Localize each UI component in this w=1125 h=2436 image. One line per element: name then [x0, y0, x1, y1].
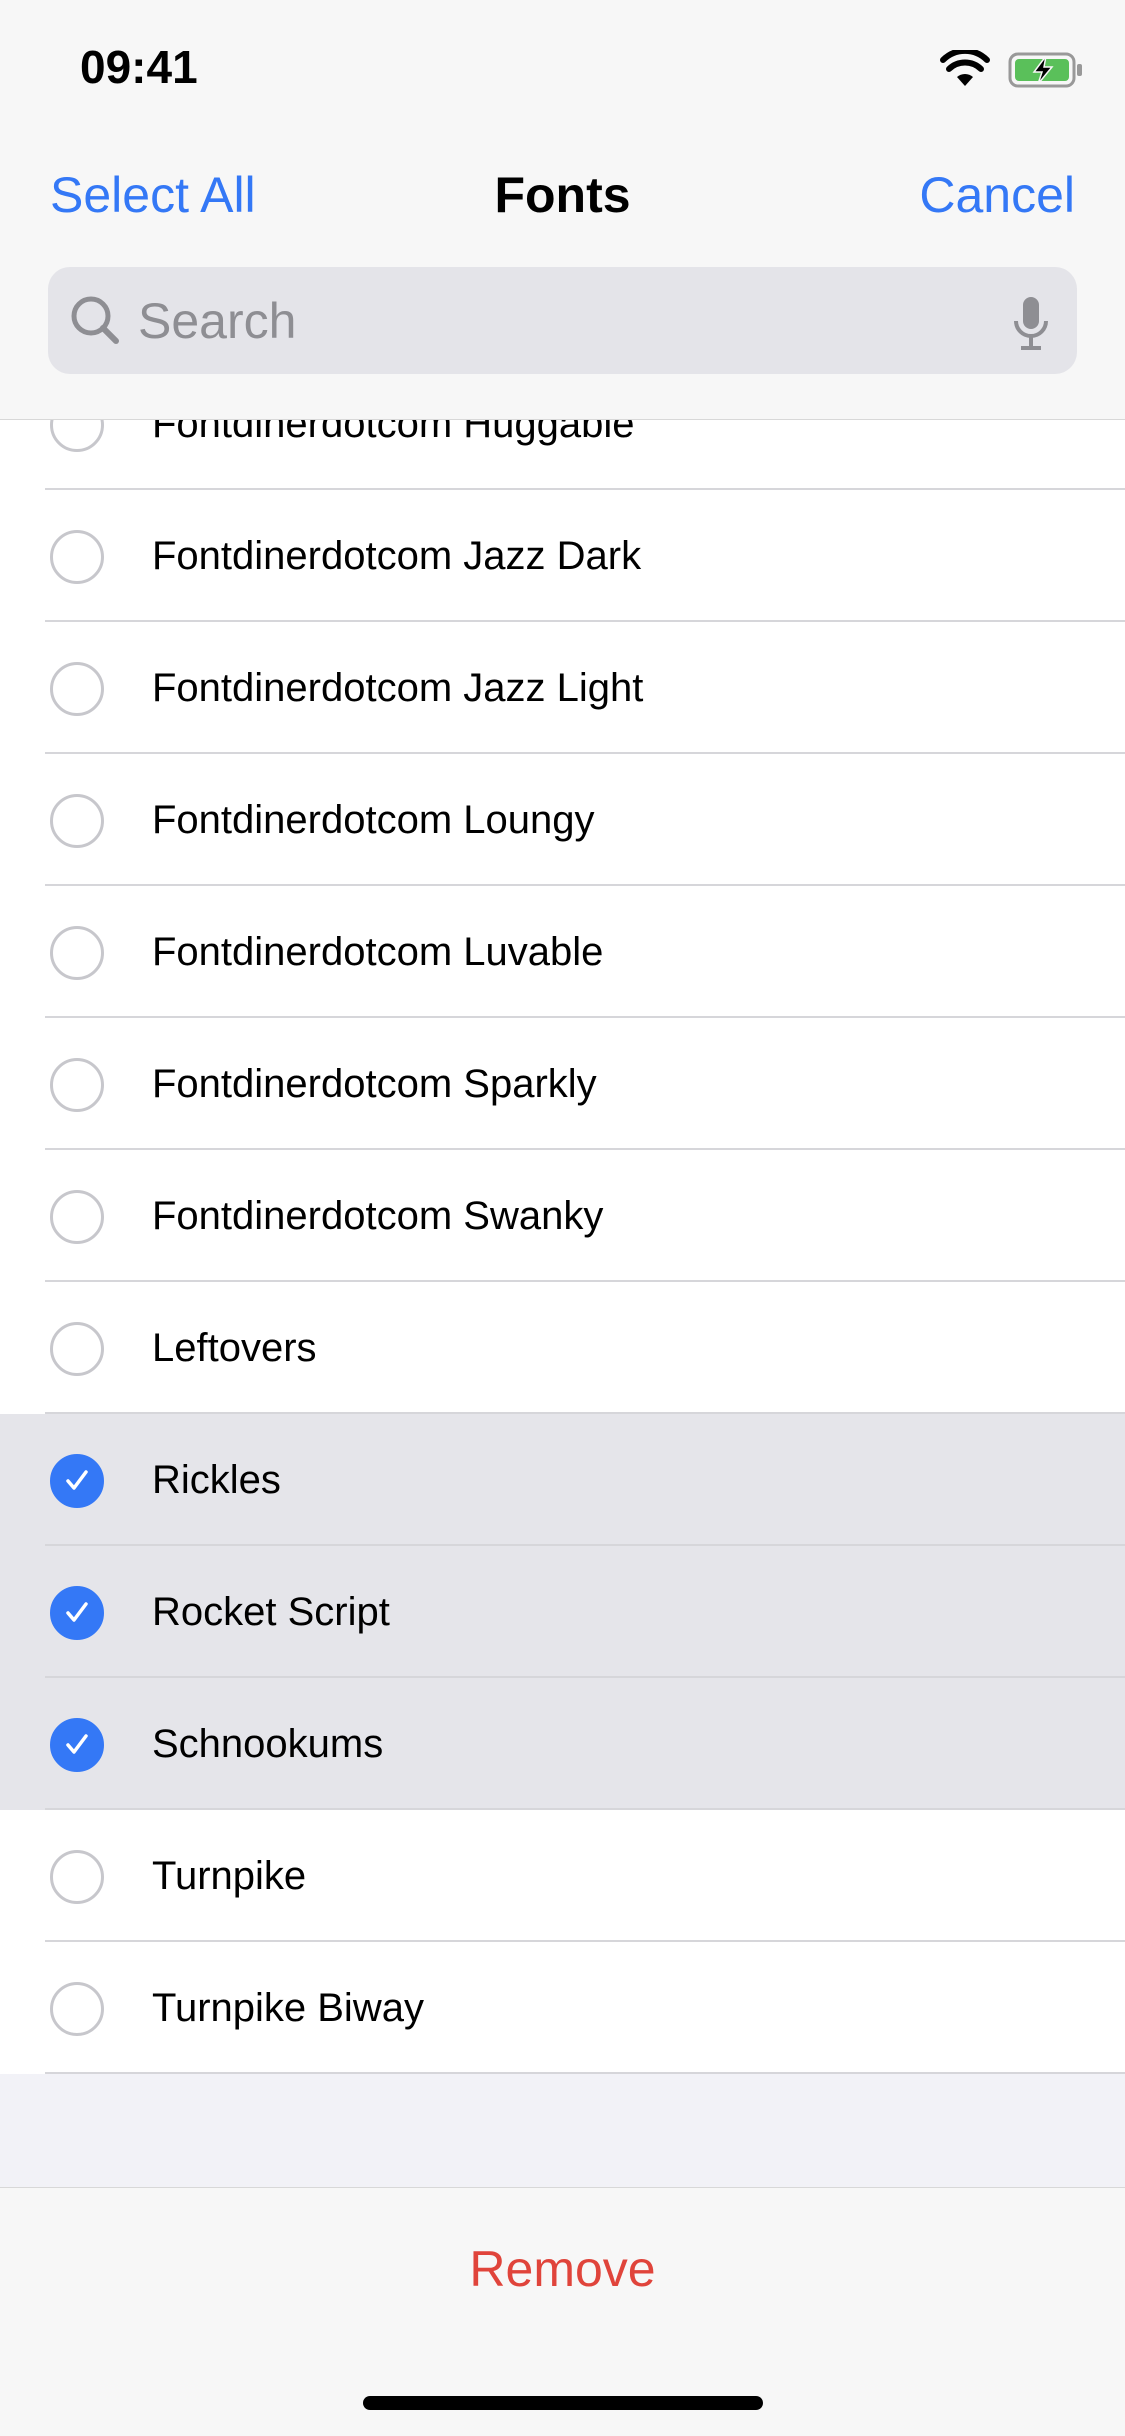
remove-button[interactable]: Remove — [0, 2240, 1125, 2298]
font-row[interactable]: Fontdinerdotcom Sparkly — [0, 1018, 1125, 1150]
font-row[interactable]: Rocket Script — [0, 1546, 1125, 1678]
font-name: Turnpike Biway — [152, 1985, 424, 2030]
checkmark-icon — [66, 1470, 88, 1490]
font-row[interactable]: Fontdinerdotcom Jazz Light — [0, 622, 1125, 754]
select-all-button[interactable]: Select All — [50, 166, 256, 224]
search-icon — [71, 296, 119, 344]
status-time: 09:41 — [80, 41, 198, 93]
font-row[interactable]: Schnookums — [0, 1678, 1125, 1810]
font-name: Schnookums — [152, 1721, 384, 1766]
empty-circle-icon[interactable] — [50, 794, 104, 848]
checkmark-icon — [66, 1734, 88, 1754]
font-name: Fontdinerdotcom Luvable — [152, 929, 604, 974]
wifi-icon — [940, 50, 990, 86]
empty-circle-icon[interactable] — [50, 1982, 104, 2036]
navigation-header: 09:41 Select All Fonts Cancel — [0, 0, 1125, 420]
font-name: Fontdinerdotcom Jazz Light — [152, 665, 644, 710]
empty-circle-icon[interactable] — [50, 1850, 104, 1904]
font-name: Fontdinerdotcom Sparkly — [152, 1061, 597, 1106]
search-bar[interactable] — [48, 267, 1077, 374]
empty-circle-icon[interactable] — [50, 1190, 104, 1244]
font-name: Fontdinerdotcom Huggable — [152, 420, 635, 446]
font-row[interactable]: Fontdinerdotcom Jazz Dark — [0, 490, 1125, 622]
font-row[interactable]: Leftovers — [0, 1282, 1125, 1414]
font-name: Fontdinerdotcom Loungy — [152, 797, 595, 842]
font-name: Rickles — [152, 1457, 281, 1502]
font-name: Rocket Script — [152, 1589, 390, 1634]
empty-circle-icon[interactable] — [50, 420, 104, 452]
home-indicator[interactable] — [363, 2396, 763, 2410]
font-row[interactable]: Fontdinerdotcom Huggable — [0, 420, 1125, 490]
font-row[interactable]: Turnpike Biway — [0, 1942, 1125, 2074]
font-row[interactable]: Fontdinerdotcom Swanky — [0, 1150, 1125, 1282]
checkmark-circle-icon[interactable] — [50, 1454, 104, 1508]
font-name: Fontdinerdotcom Jazz Dark — [152, 533, 642, 578]
microphone-icon[interactable] — [1011, 295, 1051, 351]
font-row[interactable]: Fontdinerdotcom Loungy — [0, 754, 1125, 886]
search-input[interactable] — [138, 267, 938, 374]
font-row[interactable]: Rickles — [0, 1414, 1125, 1546]
empty-circle-icon[interactable] — [50, 1058, 104, 1112]
font-row[interactable]: Fontdinerdotcom Luvable — [0, 886, 1125, 1018]
font-list[interactable]: Fontdinerdotcom Huggable Fontdinerdotcom … — [0, 420, 1125, 2074]
empty-circle-icon[interactable] — [50, 926, 104, 980]
battery-charging-icon — [1008, 52, 1082, 88]
empty-circle-icon[interactable] — [50, 530, 104, 584]
checkmark-circle-icon[interactable] — [50, 1718, 104, 1772]
cancel-button[interactable]: Cancel — [919, 166, 1075, 224]
font-row[interactable]: Turnpike — [0, 1810, 1125, 1942]
font-name: Fontdinerdotcom Swanky — [152, 1193, 604, 1238]
font-name: Leftovers — [152, 1325, 317, 1370]
empty-circle-icon[interactable] — [50, 1322, 104, 1376]
empty-circle-icon[interactable] — [50, 662, 104, 716]
font-name: Turnpike — [152, 1853, 307, 1898]
checkmark-icon — [66, 1602, 88, 1622]
checkmark-circle-icon[interactable] — [50, 1586, 104, 1640]
